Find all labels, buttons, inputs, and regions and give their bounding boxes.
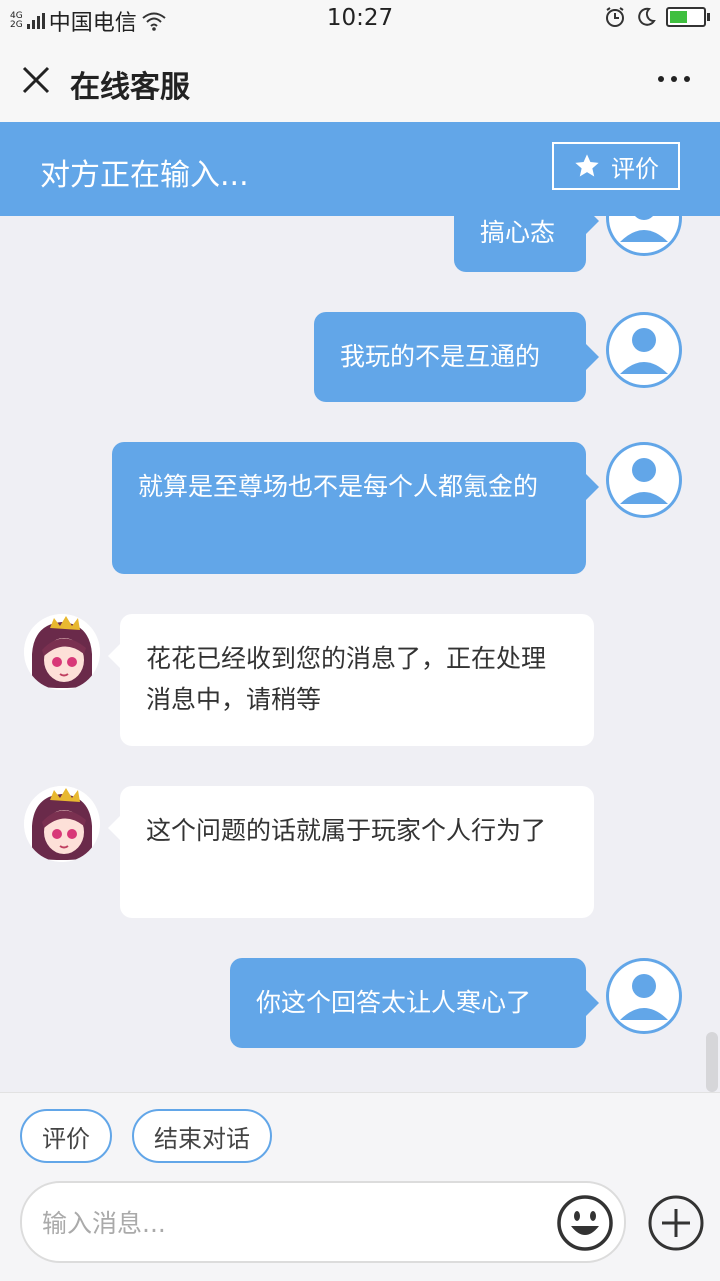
rate-button[interactable]: 评价	[552, 142, 680, 190]
user-avatar	[606, 958, 682, 1034]
rate-button-label: 评价	[611, 154, 659, 183]
chat-area[interactable]: 搞心态 我玩的不是互通的 就算是至尊场也不是每个人都氪金的 花花已经收到您的消息…	[0, 216, 720, 1092]
agent-message-bubble: 这个问题的话就属于玩家个人行为了	[108, 786, 594, 918]
bottom-panel: 评价 结束对话	[0, 1092, 720, 1281]
message-text: 我玩的不是互通的	[340, 342, 541, 371]
plus-icon[interactable]	[648, 1195, 704, 1251]
message-text: 这个问题的话就属于玩家个人行为了	[146, 816, 547, 845]
message-input-box[interactable]	[20, 1181, 626, 1263]
close-icon[interactable]	[20, 64, 52, 96]
user-avatar	[606, 312, 682, 388]
status-bar: 4G 2G 中国电信 10:27	[0, 0, 720, 40]
alarm-icon	[606, 7, 624, 27]
message-text: 搞心态	[480, 218, 556, 247]
more-icon[interactable]	[658, 76, 690, 82]
message-text: 你这个回答太让人寒心了	[256, 988, 532, 1017]
user-message-bubble: 你这个回答太让人寒心了	[230, 958, 599, 1048]
chip-rate-label: 评价	[42, 1124, 90, 1153]
chip-end-label: 结束对话	[154, 1124, 250, 1153]
page-title: 在线客服	[70, 70, 190, 105]
typing-banner: 对方正在输入... 评价	[0, 122, 720, 216]
chip-end-conversation[interactable]: 结束对话	[132, 1109, 272, 1163]
moon-icon	[638, 7, 656, 26]
message-text: 就算是至尊场也不是每个人都氪金的	[138, 472, 539, 501]
user-message-bubble: 就算是至尊场也不是每个人都氪金的	[112, 442, 599, 574]
user-avatar	[606, 216, 682, 256]
star-icon	[575, 154, 599, 177]
battery-level	[670, 11, 687, 23]
user-message-bubble: 我玩的不是互通的	[314, 312, 599, 402]
message-input[interactable]	[40, 1197, 544, 1249]
agent-avatar	[24, 786, 100, 862]
chat-scrollbar[interactable]	[706, 1032, 718, 1092]
message-text: 花花已经收到您的消息了，正在处理消息中，请稍等	[146, 644, 547, 714]
user-message-bubble: 搞心态	[454, 216, 599, 272]
title-bar: 在线客服	[0, 40, 720, 122]
user-avatar	[606, 442, 682, 518]
chip-rate[interactable]: 评价	[20, 1109, 112, 1163]
agent-avatar	[24, 614, 100, 690]
agent-message-bubble: 花花已经收到您的消息了，正在处理消息中，请稍等	[108, 614, 594, 746]
battery-icon	[666, 7, 710, 27]
typing-indicator: 对方正在输入...	[40, 158, 249, 193]
status-right	[604, 6, 710, 28]
emoji-icon[interactable]	[556, 1194, 614, 1252]
